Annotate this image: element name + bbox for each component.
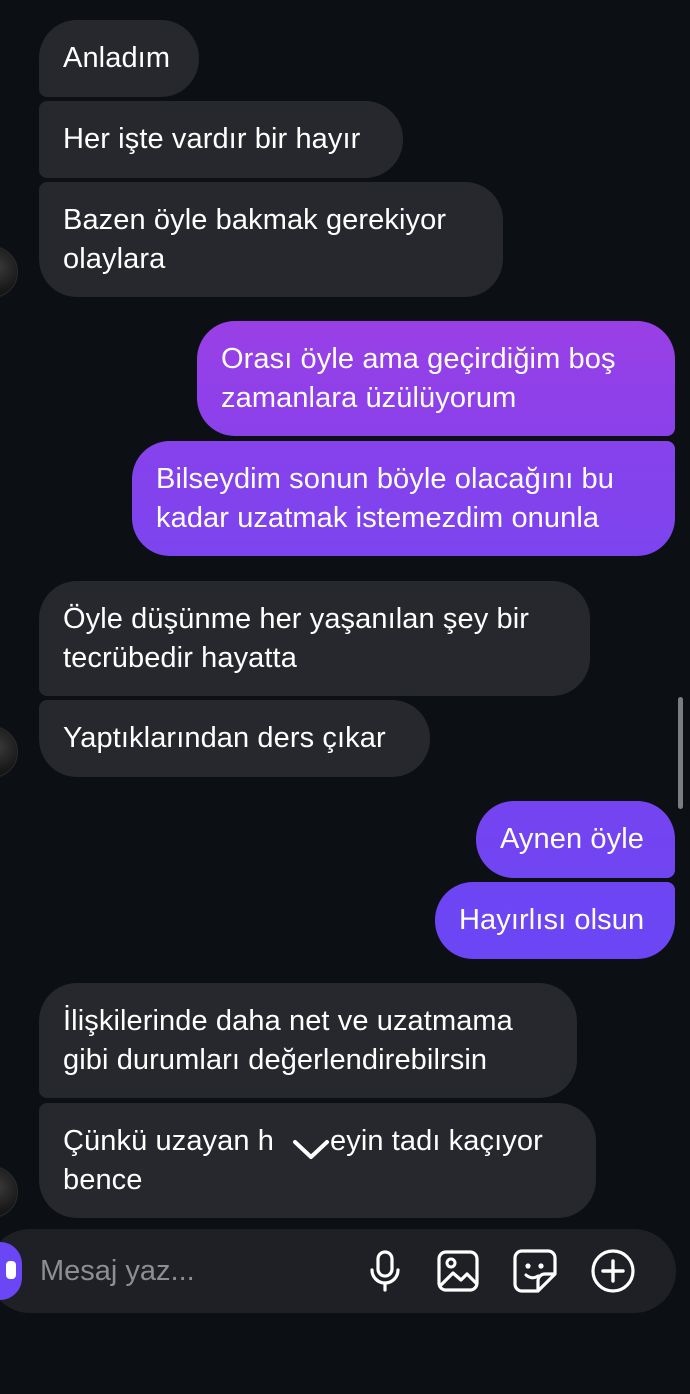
message-incoming[interactable]: Her işte vardır bir hayır bbox=[39, 101, 403, 178]
message-thread[interactable]: Anladım Her işte vardır bir hayır Bazen … bbox=[0, 0, 690, 1230]
message-incoming[interactable]: Yaptıklarından ders çıkar bbox=[39, 700, 430, 777]
message-text: Her işte vardır bir hayır bbox=[63, 123, 361, 155]
sticker-icon bbox=[513, 1249, 557, 1293]
camera-icon bbox=[6, 1261, 16, 1279]
scrollbar-thumb[interactable] bbox=[678, 697, 683, 809]
message-text: Hayırlısı olsun bbox=[459, 904, 645, 936]
message-text: kadar uzatmak istemezdim onunla bbox=[156, 502, 600, 534]
message-input[interactable] bbox=[40, 1248, 340, 1294]
message-text: Aynen öyle bbox=[500, 823, 644, 855]
microphone-icon bbox=[370, 1250, 400, 1292]
message-text: gibi durumları değerlendirebilrsin bbox=[63, 1044, 488, 1076]
message-text: tecrübedir hayatta bbox=[63, 642, 297, 674]
message-incoming[interactable]: İlişkilerinde daha net ve uzatmama gibi … bbox=[39, 983, 577, 1098]
message-text: Yaptıklarından ders çıkar bbox=[63, 722, 386, 754]
message-incoming[interactable]: Bazen öyle bakmak gerekiyor olaylara bbox=[39, 182, 503, 297]
contact-avatar[interactable] bbox=[0, 1166, 18, 1218]
message-outgoing[interactable]: Aynen öyle bbox=[476, 801, 675, 878]
contact-avatar[interactable] bbox=[0, 726, 18, 778]
message-incoming[interactable]: Öyle düşünme her yaşanılan şey bir tecrü… bbox=[39, 581, 590, 696]
message-text-fragment: Çünkü uzayan h bbox=[63, 1125, 274, 1157]
message-text: Orası öyle ama geçirdiğim boş bbox=[221, 343, 616, 375]
jump-to-latest-button[interactable] bbox=[286, 1125, 336, 1175]
chevron-down-icon bbox=[293, 1140, 329, 1159]
message-incoming[interactable]: Anladım bbox=[39, 20, 199, 97]
message-text: Bilseydim sonun böyle olacağını bu bbox=[156, 463, 615, 495]
more-options-button[interactable] bbox=[589, 1247, 637, 1295]
message-text: İlişkilerinde daha net ve uzatmama bbox=[63, 1005, 513, 1037]
message-outgoing[interactable]: Orası öyle ama geçirdiğim boş zamanlara … bbox=[197, 321, 675, 436]
message-outgoing[interactable]: Hayırlısı olsun bbox=[435, 882, 675, 959]
gallery-button[interactable] bbox=[434, 1247, 482, 1295]
message-text: Bazen öyle bakmak gerekiyor bbox=[63, 204, 447, 236]
message-outgoing[interactable]: Bilseydim sonun böyle olacağını bu kadar… bbox=[132, 441, 675, 556]
sticker-button[interactable] bbox=[511, 1247, 559, 1295]
message-text: Anladım bbox=[63, 42, 171, 74]
message-text: Öyle düşünme her yaşanılan şey bir bbox=[63, 603, 530, 635]
voice-message-button[interactable] bbox=[361, 1247, 409, 1295]
message-text: olaylara bbox=[63, 243, 166, 275]
contact-avatar[interactable] bbox=[0, 246, 18, 298]
message-text: zamanlara üzülüyorum bbox=[221, 382, 517, 414]
image-icon bbox=[437, 1250, 479, 1292]
message-text-fragment: eyin tadı kaçıyor bbox=[329, 1125, 543, 1157]
plus-circle-icon bbox=[591, 1249, 635, 1293]
